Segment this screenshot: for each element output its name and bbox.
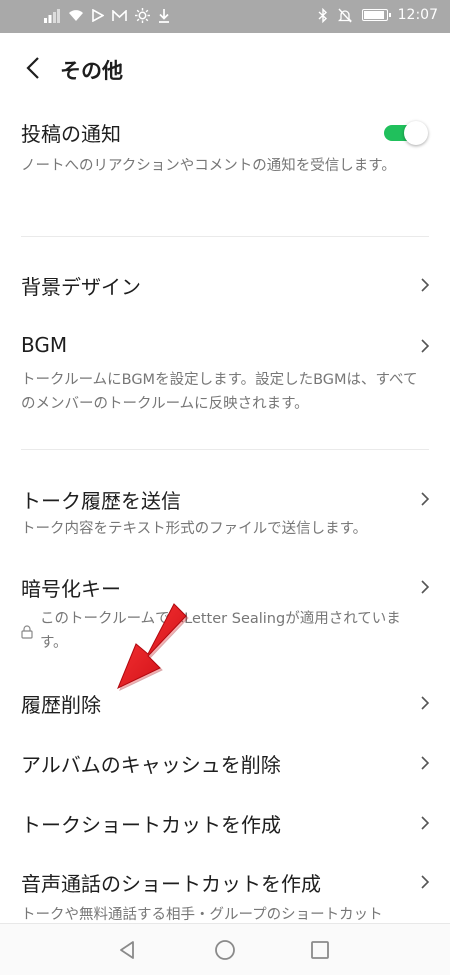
status-right-icons: 12:07: [318, 7, 438, 23]
status-left-icons: [44, 8, 170, 23]
background-design-title: 背景デザイン: [21, 275, 141, 299]
bgm-description: トークルームにBGMを設定します。設定したBGMは、すべてのメンバーのトークルー…: [21, 372, 418, 412]
brightness-icon: [135, 8, 150, 23]
battery-icon: [361, 9, 391, 21]
wifi-icon: [69, 10, 83, 21]
page-title: その他: [60, 59, 123, 83]
back-button[interactable]: [18, 53, 48, 83]
play-icon: [92, 9, 104, 22]
section-divider: [21, 236, 429, 237]
send-history-title: トーク履歴を送信: [21, 489, 181, 513]
chevron-right-icon: [421, 816, 430, 830]
post-notification-row[interactable]: 投稿の通知 ノートへのリアクションやコメントの通知を受信します。: [0, 103, 450, 235]
annotation-arrow-icon: [117, 603, 189, 692]
status-bar: 12:07: [0, 0, 450, 33]
signal-icon: [44, 8, 60, 23]
chevron-right-icon: [421, 580, 430, 594]
voice-call-shortcut-title: 音声通話のショートカットを作成: [21, 872, 321, 896]
navigation-bar: [0, 923, 450, 975]
encryption-key-description: このトークルームではLetter Sealingが適用されています。: [40, 611, 401, 651]
delete-album-cache-row[interactable]: アルバムのキャッシュを削除: [0, 742, 450, 792]
delete-history-title: 履歴削除: [21, 693, 101, 717]
toggle-knob: [404, 121, 428, 145]
triangle-back-icon: [120, 941, 134, 959]
header: その他: [0, 33, 450, 103]
create-shortcut-title: トークショートカットを作成: [21, 813, 281, 837]
send-history-description: トーク内容をテキスト形式のファイルで送信します。: [21, 521, 368, 537]
nav-back-button[interactable]: [114, 937, 140, 963]
nav-home-button[interactable]: [212, 937, 238, 963]
mute-icon: [337, 8, 352, 22]
voice-call-shortcut-row[interactable]: 音声通話のショートカットを作成 トークや無料通話する相手・グループのショートカッ…: [0, 862, 450, 924]
chevron-right-icon: [421, 696, 430, 710]
post-notification-toggle[interactable]: [384, 121, 428, 145]
post-notification-title: 投稿の通知: [21, 122, 121, 146]
chevron-right-icon: [421, 278, 430, 292]
delete-history-row[interactable]: 履歴削除: [0, 683, 450, 733]
circle-home-icon: [215, 940, 235, 960]
nav-recents-button[interactable]: [307, 937, 333, 963]
chevron-right-icon: [421, 875, 430, 889]
encryption-key-title: 暗号化キー: [21, 577, 121, 601]
chevron-right-icon: [421, 339, 430, 353]
create-shortcut-row[interactable]: トークショートカットを作成: [0, 802, 450, 852]
background-design-row[interactable]: 背景デザイン: [0, 260, 450, 310]
bgm-row[interactable]: BGM トークルームにBGMを設定します。設定したBGMは、すべてのメンバーのト…: [0, 323, 450, 423]
chevron-right-icon: [421, 492, 430, 506]
status-time: 12:07: [397, 7, 438, 23]
encryption-key-row[interactable]: 暗号化キー このトークルームではLetter Sealingが適用されています。: [0, 566, 450, 666]
lock-icon: [21, 625, 33, 639]
send-history-row[interactable]: トーク履歴を送信 トーク内容をテキスト形式のファイルで送信します。: [0, 476, 450, 546]
post-notification-description: ノートへのリアクションやコメントの通知を受信します。: [21, 158, 396, 174]
bluetooth-icon: [318, 7, 327, 23]
section-divider: [21, 449, 429, 450]
delete-album-cache-title: アルバムのキャッシュを削除: [21, 753, 281, 777]
chevron-right-icon: [421, 756, 430, 770]
bgm-title: BGM: [21, 333, 68, 357]
square-recents-icon: [311, 941, 329, 959]
chevron-left-icon: [26, 57, 39, 79]
download-icon: [159, 8, 169, 23]
mail-icon: [112, 9, 127, 21]
